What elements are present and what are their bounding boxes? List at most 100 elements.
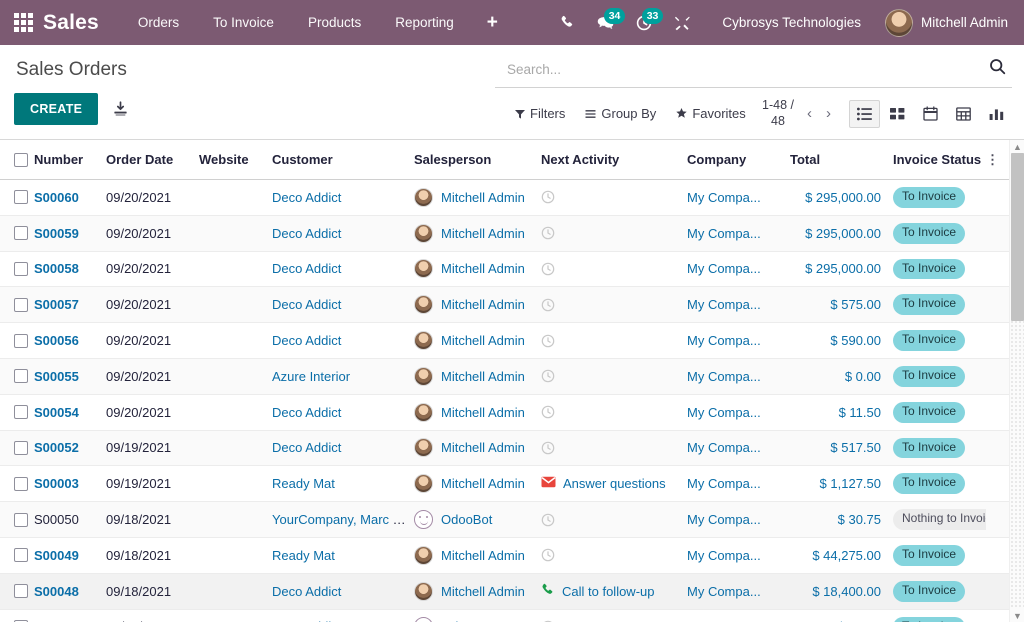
- salesperson-link[interactable]: Mitchell Admin: [441, 333, 525, 348]
- customer-link[interactable]: Deco Addict: [272, 333, 341, 348]
- cell-number[interactable]: S00055: [34, 358, 106, 394]
- cell-customer[interactable]: Azure Interior: [272, 358, 414, 394]
- order-number-link[interactable]: S00052: [34, 440, 79, 455]
- row-checkbox[interactable]: [14, 548, 28, 562]
- cell-number[interactable]: S00048: [34, 573, 106, 609]
- filters-dropdown[interactable]: Filters: [505, 103, 575, 124]
- cell-number[interactable]: S00044: [34, 609, 106, 622]
- row-select-cell[interactable]: [0, 358, 34, 394]
- activities-icon[interactable]: 33: [625, 11, 663, 35]
- column-header-customer[interactable]: Customer: [272, 140, 414, 180]
- row-checkbox[interactable]: [14, 190, 28, 204]
- clock-icon[interactable]: [541, 334, 679, 348]
- cell-next-activity[interactable]: Answer questions: [541, 466, 687, 502]
- cell-next-activity[interactable]: [541, 394, 687, 430]
- customer-link[interactable]: Deco Addict: [272, 261, 341, 276]
- cell-next-activity[interactable]: [541, 180, 687, 216]
- company-link[interactable]: My Compa...: [687, 190, 761, 205]
- customer-link[interactable]: Deco Addict: [272, 440, 341, 455]
- table-row[interactable]: S0000309/19/2021Ready MatMitchell AdminA…: [0, 466, 1009, 502]
- row-select-cell[interactable]: [0, 287, 34, 323]
- salesperson-link[interactable]: Mitchell Admin: [441, 440, 525, 455]
- cell-company[interactable]: My Compa...: [687, 287, 790, 323]
- wrench-icon[interactable]: [663, 11, 702, 35]
- customer-link[interactable]: Ready Mat: [272, 548, 335, 563]
- customer-link[interactable]: Deco Addict: [272, 584, 341, 599]
- order-number-link[interactable]: S00054: [34, 405, 79, 420]
- menu-item-orders[interactable]: Orders: [121, 9, 196, 36]
- order-number-link[interactable]: S00055: [34, 369, 79, 384]
- cell-next-activity[interactable]: [541, 251, 687, 287]
- cell-customer[interactable]: Deco Addict: [272, 180, 414, 216]
- calendar-view-icon[interactable]: [915, 99, 946, 128]
- customer-link[interactable]: Deco Addict: [272, 297, 341, 312]
- cell-customer[interactable]: YourCompany, Marc D...: [272, 502, 414, 538]
- messages-icon[interactable]: 34: [586, 11, 625, 35]
- company-switcher[interactable]: Cybrosys Technologies: [702, 9, 875, 36]
- order-number-link[interactable]: S00058: [34, 261, 79, 276]
- cell-company[interactable]: My Compa...: [687, 358, 790, 394]
- cell-next-activity[interactable]: [541, 430, 687, 466]
- pager-previous-icon[interactable]: ‹: [801, 103, 818, 124]
- clock-icon[interactable]: [541, 262, 679, 276]
- table-row[interactable]: S0005009/18/2021YourCompany, Marc D...Od…: [0, 502, 1009, 538]
- customer-link[interactable]: Deco Addict: [272, 619, 341, 622]
- favorites-dropdown[interactable]: Favorites: [666, 103, 755, 124]
- cell-number[interactable]: S00057: [34, 287, 106, 323]
- cell-customer[interactable]: Deco Addict: [272, 287, 414, 323]
- salesperson-link[interactable]: Mitchell Admin: [441, 548, 525, 563]
- row-select-cell[interactable]: [0, 609, 34, 622]
- salesperson-link[interactable]: OdooBot: [441, 512, 492, 527]
- clock-icon[interactable]: [541, 620, 679, 622]
- clock-icon[interactable]: [541, 513, 679, 527]
- order-number-link[interactable]: S00056: [34, 333, 79, 348]
- cell-company[interactable]: My Compa...: [687, 430, 790, 466]
- customer-link[interactable]: YourCompany, Marc D...: [272, 512, 413, 527]
- clock-icon[interactable]: [541, 405, 679, 419]
- table-row[interactable]: S0005209/19/2021Deco AddictMitchell Admi…: [0, 430, 1009, 466]
- app-brand-sales[interactable]: Sales: [43, 11, 99, 35]
- graph-view-icon[interactable]: [981, 100, 1012, 128]
- next-activity[interactable]: Call to follow-up: [541, 583, 679, 600]
- row-select-cell[interactable]: [0, 502, 34, 538]
- cell-salesperson[interactable]: Mitchell Admin: [414, 358, 541, 394]
- order-number-link[interactable]: S00003: [34, 476, 79, 491]
- cell-company[interactable]: My Compa...: [687, 537, 790, 573]
- column-header-website[interactable]: Website: [199, 140, 272, 180]
- cell-customer[interactable]: Deco Addict: [272, 573, 414, 609]
- row-checkbox[interactable]: [14, 405, 28, 419]
- company-link[interactable]: My Compa...: [687, 548, 761, 563]
- salesperson-link[interactable]: OdooBot: [441, 619, 492, 622]
- phone-icon[interactable]: [549, 11, 586, 34]
- column-header-company[interactable]: Company: [687, 140, 790, 180]
- salesperson-link[interactable]: Mitchell Admin: [441, 297, 525, 312]
- next-activity-label[interactable]: Call to follow-up: [562, 584, 655, 599]
- row-select-cell[interactable]: [0, 323, 34, 359]
- column-header-number[interactable]: Number: [34, 140, 106, 180]
- table-row[interactable]: S0005609/20/2021Deco AddictMitchell Admi…: [0, 323, 1009, 359]
- cell-customer[interactable]: Deco Addict: [272, 215, 414, 251]
- cell-company[interactable]: My Compa...: [687, 609, 790, 622]
- salesperson-link[interactable]: Mitchell Admin: [441, 405, 525, 420]
- salesperson-link[interactable]: Mitchell Admin: [441, 584, 525, 599]
- row-checkbox[interactable]: [14, 513, 28, 527]
- scrollbar-thumb[interactable]: [1011, 153, 1024, 321]
- cell-number[interactable]: S00059: [34, 215, 106, 251]
- pager-count[interactable]: 1-48 / 48: [757, 98, 799, 129]
- cell-next-activity[interactable]: [541, 323, 687, 359]
- cell-number[interactable]: S00003: [34, 466, 106, 502]
- column-header-salesperson[interactable]: Salesperson: [414, 140, 541, 180]
- import-icon[interactable]: [112, 101, 129, 118]
- table-row[interactable]: S0005509/20/2021Azure InteriorMitchell A…: [0, 358, 1009, 394]
- cell-number[interactable]: S00050: [34, 502, 106, 538]
- cell-number[interactable]: S00054: [34, 394, 106, 430]
- row-checkbox[interactable]: [14, 226, 28, 240]
- menu-item-reporting[interactable]: Reporting: [378, 9, 471, 36]
- cell-next-activity[interactable]: [541, 502, 687, 538]
- search-bar[interactable]: [495, 45, 1012, 88]
- row-select-cell[interactable]: [0, 180, 34, 216]
- cell-salesperson[interactable]: Mitchell Admin: [414, 466, 541, 502]
- cell-salesperson[interactable]: Mitchell Admin: [414, 430, 541, 466]
- cell-company[interactable]: My Compa...: [687, 502, 790, 538]
- cell-company[interactable]: My Compa...: [687, 466, 790, 502]
